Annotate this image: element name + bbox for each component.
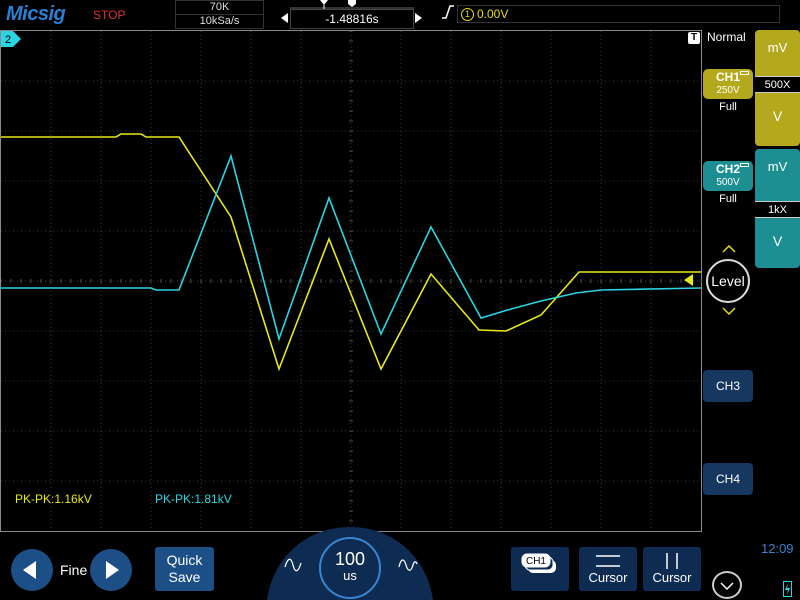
timebase-knob[interactable]: 100 us <box>319 537 381 599</box>
channel-select-label: CH1 <box>526 556 546 567</box>
horizontal-cursor-button[interactable]: Cursor <box>579 547 637 591</box>
ch1-pk-pk-measurement: PK-PK:1.16kV <box>15 492 92 506</box>
trigger-level-marker-icon[interactable] <box>684 274 693 286</box>
measure-channel-select-button[interactable]: CH1 <box>511 547 569 591</box>
trigger-level-knob[interactable]: Level <box>706 259 750 303</box>
trigger-position-scale <box>290 0 414 9</box>
level-down-chevron-icon[interactable] <box>722 307 736 315</box>
time-div-unit: us <box>343 568 357 583</box>
ch1-coupling: Full <box>719 101 737 113</box>
ch4-button[interactable]: CH4 <box>703 463 753 495</box>
left-arrow-icon <box>23 561 36 579</box>
graticule <box>1 31 702 532</box>
ch1-scale-down[interactable]: V <box>755 108 800 124</box>
horizontal-cursor-label: Cursor <box>588 570 628 585</box>
time-div-value: 100 <box>334 549 366 569</box>
vertical-cursor-label: Cursor <box>652 570 692 585</box>
ch1-tag-icon <box>740 71 749 75</box>
ch2-scale-down[interactable]: V <box>755 233 800 249</box>
fine-mode-label[interactable]: Fine <box>60 562 87 578</box>
battery-charging-icon <box>783 581 792 597</box>
trigger-source-badge: 1 <box>461 8 474 21</box>
level-up-chevron-icon[interactable] <box>722 245 736 253</box>
trigger-info[interactable]: 1 0.00V <box>457 5 780 23</box>
timebase-decrease-wave-icon[interactable] <box>283 555 303 575</box>
ch1-button[interactable]: CH1 250V <box>703 69 753 99</box>
vertical-cursor-button[interactable]: Cursor <box>643 547 701 591</box>
ch2-tag-icon <box>740 163 749 167</box>
ch3-button[interactable]: CH3 <box>703 370 753 402</box>
acquisition-mode[interactable]: Normal <box>707 30 746 44</box>
chevron-down-icon <box>720 582 734 591</box>
ch2-button[interactable]: CH2 500V <box>703 161 753 191</box>
trigger-level-value: 0.00V <box>477 7 509 21</box>
vertical-cursor-icon <box>666 553 678 569</box>
time-offset-display[interactable]: -1.48816s <box>290 9 414 29</box>
sample-rate: 10kSa/s <box>199 15 240 27</box>
clock: 12:09 <box>761 541 794 556</box>
acquisition-info[interactable]: 70K 10kSa/s <box>175 0 264 29</box>
ch2-coupling: Full <box>719 193 737 205</box>
ch1-vertical-scale-control[interactable]: mV 500X V <box>755 30 800 146</box>
ch1-probe-ratio[interactable]: 500X <box>755 76 800 93</box>
timebase-increase-wave-icon[interactable] <box>398 555 418 575</box>
time-offset-right-arrow-icon[interactable] <box>415 13 422 23</box>
ch1-scale: 250V <box>716 85 740 96</box>
ch2-vertical-scale-control[interactable]: mV 1kX V <box>755 149 800 268</box>
quick-save-button[interactable]: Quick Save <box>155 547 214 591</box>
ch2-probe-ratio[interactable]: 1kX <box>755 201 800 218</box>
brand-logo: Micsig <box>6 3 66 25</box>
run-state-indicator[interactable]: STOP <box>93 8 125 22</box>
ch2-scale: 500V <box>716 177 740 188</box>
horizontal-cursor-icon <box>596 555 620 567</box>
fine-increase-button[interactable] <box>90 549 132 591</box>
main-menu-button[interactable] <box>712 571 742 599</box>
ch2-ground-marker[interactable]: 2 <box>1 31 21 47</box>
ch2-marker-label: 2 <box>5 34 11 46</box>
stacked-channel-icon: CH1 <box>521 553 556 573</box>
quick-save-line2: Save <box>168 569 201 585</box>
ch2-pk-pk-measurement: PK-PK:1.81kV <box>155 492 232 506</box>
ch2-scale-up[interactable]: mV <box>755 159 800 174</box>
ch1-scale-up[interactable]: mV <box>755 40 800 55</box>
fine-decrease-button[interactable] <box>11 549 53 591</box>
right-arrow-icon <box>106 561 119 579</box>
trigger-position-marker-icon: T <box>688 32 700 44</box>
rising-edge-trigger-icon[interactable] <box>440 4 456 20</box>
time-offset-left-arrow-icon[interactable] <box>281 13 288 23</box>
memory-depth: 70K <box>176 1 263 15</box>
waveform-display[interactable]: T 2 PK-PK:1.16kV PK-PK:1.81kV <box>0 30 702 532</box>
quick-save-line1: Quick <box>166 552 203 568</box>
